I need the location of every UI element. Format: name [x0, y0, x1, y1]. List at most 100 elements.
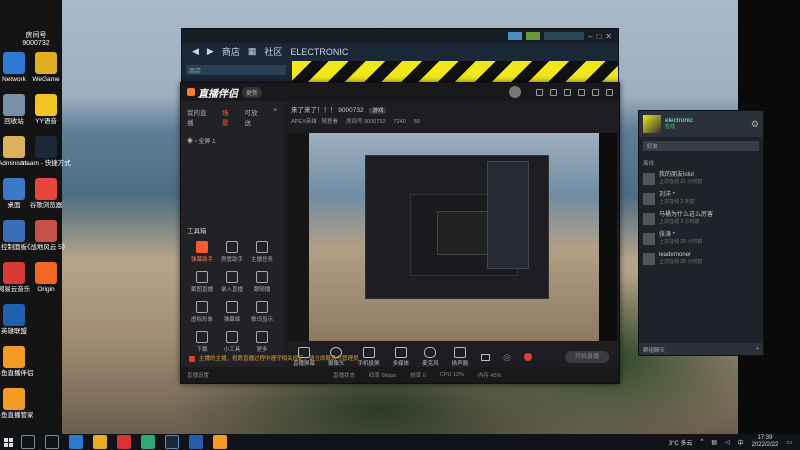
minimize-icon[interactable]: – — [588, 32, 592, 41]
friends-search-input[interactable]: 好友 — [643, 141, 759, 151]
app-icon — [35, 178, 57, 200]
tool-item[interactable]: 录入直播 — [217, 271, 247, 293]
task-view-icon[interactable] — [45, 435, 59, 449]
steam-url-bar[interactable]: 商店 — [186, 65, 286, 75]
tool-item[interactable]: 弹幕助手 — [187, 241, 217, 263]
stream-preview[interactable] — [287, 133, 617, 341]
start-button[interactable] — [0, 434, 16, 450]
tool-item[interactable]: 截图直播 — [187, 271, 217, 293]
room-category[interactable]: APEX英雄 · 随意看 — [291, 118, 338, 127]
add-icon[interactable]: + — [756, 346, 759, 352]
desktop-icon[interactable]: steam - 快捷方式 — [18, 136, 74, 168]
clock-date: 2022/2/22 — [751, 442, 779, 448]
list-item[interactable]: leadernoner 上次在线 25 小时前 — [639, 249, 763, 269]
edge-icon[interactable] — [69, 435, 83, 449]
desktop-icon[interactable]: 谷歌浏览器 — [18, 178, 74, 210]
tab-broadcast[interactable]: 可放送 — [244, 107, 263, 127]
tab-scene[interactable]: 场景 — [222, 107, 234, 127]
steam-titlebar[interactable]: – □ ✕ — [182, 29, 618, 43]
douyu-titlebar[interactable]: 直播伴侣 更新 — [181, 83, 619, 101]
maximize-icon[interactable]: □ — [596, 32, 601, 41]
grid-icon[interactable] — [536, 88, 543, 96]
tool-item[interactable]: 房管助手 — [217, 241, 247, 263]
list-item[interactable]: 我的朋友lolol 上次在线 21 小时前 — [639, 169, 763, 189]
avatar[interactable] — [509, 86, 521, 98]
steam-account-icon[interactable] — [544, 32, 584, 40]
tool-item[interactable]: 下载 — [187, 331, 217, 353]
tool-item[interactable]: 小工具 — [217, 331, 247, 353]
room-tag[interactable]: 游戏 — [369, 108, 387, 114]
friends-panel[interactable]: electronic 在线 ⚙ 好友 离线 我的朋友lolol 上次在线 21 小… — [638, 110, 764, 356]
tool-item[interactable]: 主播任务 — [247, 241, 277, 263]
tool-icon — [226, 331, 238, 343]
desktop-icon[interactable]: YY语音 — [18, 94, 74, 126]
eye-icon[interactable]: ◉ — [187, 139, 193, 145]
clock[interactable]: 17:39 2022/2/22 — [752, 435, 779, 449]
scene-label: 全屏 1 — [198, 139, 216, 145]
file-explorer-icon[interactable] — [93, 435, 107, 449]
desktop-icon[interactable]: 斗鱼直播管家 — [0, 388, 42, 420]
app-icon — [3, 304, 25, 326]
gift-icon[interactable] — [564, 88, 571, 96]
close-icon[interactable] — [606, 88, 613, 96]
steam-nav-store[interactable]: 商店 — [222, 45, 240, 58]
friends-user[interactable]: electronic 在线 — [665, 117, 693, 131]
volume-icon[interactable]: ◁ — [725, 439, 730, 446]
notification-icon[interactable]: ▭ — [786, 439, 792, 446]
tool-item[interactable]: 弹幕姬 — [217, 301, 247, 323]
avatar — [643, 173, 655, 185]
desktop-icon[interactable]: 斗鱼直播伴侣 — [0, 346, 42, 378]
list-item[interactable]: 张涛 * 上次在线 23 小时前 — [639, 229, 763, 249]
tool-item[interactable]: 跟随播 — [247, 271, 277, 293]
library-icon[interactable]: ▦ — [248, 46, 257, 57]
douyu-icon[interactable] — [213, 435, 227, 449]
search-icon[interactable] — [21, 435, 35, 449]
office-icon[interactable] — [117, 435, 131, 449]
add-icon[interactable]: + — [273, 107, 277, 127]
status-bitrate: 码率 0kbps — [369, 373, 397, 379]
steam-notify-icon[interactable] — [508, 32, 522, 40]
douyu-logo: 直播伴侣 — [198, 88, 238, 100]
close-icon[interactable]: ✕ — [605, 32, 612, 41]
tool-item[interactable]: 虚拟形象 — [187, 301, 217, 323]
group-chat-bar[interactable]: 群组聊天 + — [639, 343, 763, 355]
forward-icon[interactable]: ▶ — [207, 46, 214, 57]
avatar[interactable] — [643, 115, 661, 133]
chrome-icon[interactable] — [141, 435, 155, 449]
lock-icon[interactable]: ▫ — [195, 139, 197, 145]
tab-my-live[interactable]: 我的直播 — [187, 107, 212, 127]
settings-icon[interactable] — [578, 88, 585, 96]
list-item[interactable]: 马桶为什么这么厉害 上次在线 3 小时前 — [639, 209, 763, 229]
network-icon[interactable]: ▤ — [711, 439, 717, 446]
gear-icon[interactable]: ⚙ — [751, 119, 759, 130]
steam-nav-community[interactable]: 社区 — [264, 45, 282, 58]
desktop-icon[interactable]: 英雄联盟 — [0, 304, 42, 336]
weather-text[interactable]: 3°C 多云 — [669, 438, 693, 447]
steam-friends-icon[interactable] — [526, 32, 540, 40]
tool-item[interactable]: 更多 — [247, 331, 277, 353]
desktop-icon[interactable]: 《战地风云 5》 — [18, 220, 74, 252]
desktop-icon-label: 斗鱼直播伴侣 — [0, 370, 34, 377]
douyu-version-badge[interactable]: 更新 — [242, 86, 263, 98]
steam-window[interactable]: – □ ✕ ◀ ▶ 商店 ▦ 社区 ELECTRONIC 商店 — [181, 28, 619, 85]
friends-group-header[interactable]: 离线 — [639, 155, 763, 169]
douyu-window[interactable]: 直播伴侣 更新 我的直播 场景 可放送 + ◉ ▫ 全屏 1 工具箱 弹幕助手 房… — [180, 82, 620, 384]
steam-nav-profile[interactable]: ELECTRONIC — [290, 47, 348, 57]
status-settings[interactable]: 直播设置 — [187, 371, 209, 379]
scene-item[interactable]: ◉ ▫ 全屏 1 — [181, 133, 283, 148]
steam-icon[interactable] — [165, 435, 179, 449]
chart-icon[interactable] — [550, 88, 557, 96]
app-icon[interactable] — [189, 435, 203, 449]
douyu-tabs: 我的直播 场景 可放送 + — [181, 101, 283, 133]
room-title[interactable]: 来了来了！！！ 9000732 — [291, 107, 364, 114]
list-item[interactable]: 刘洋 * 上次在线 2 天前 — [639, 189, 763, 209]
tray-arrow-icon[interactable]: ^ — [700, 439, 703, 445]
desktop-icon[interactable]: Origin — [18, 262, 74, 294]
minimize-icon[interactable] — [592, 88, 599, 96]
tool-item[interactable]: 歌词显示 — [247, 301, 277, 323]
back-icon[interactable]: ◀ — [192, 46, 199, 57]
input-language[interactable]: 中 — [738, 438, 744, 447]
desktop-icon[interactable]: WeGame — [18, 52, 74, 84]
app-icon — [35, 262, 57, 284]
room-hot: 7240 — [393, 119, 406, 125]
